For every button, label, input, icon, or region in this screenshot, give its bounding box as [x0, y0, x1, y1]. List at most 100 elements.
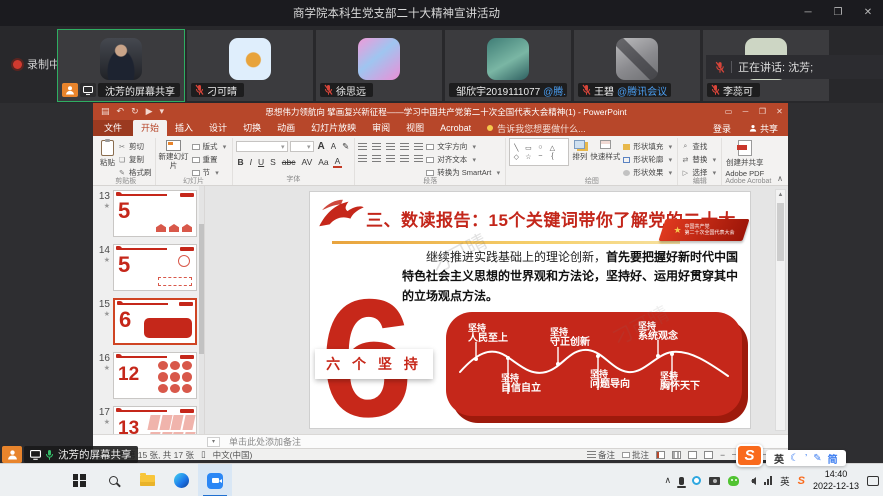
- arrange-button[interactable]: 排列: [572, 138, 587, 162]
- start-button[interactable]: [62, 464, 96, 496]
- thumbnail-item-17[interactable]: 17★ 13: [95, 404, 204, 434]
- notes-chevron-icon[interactable]: ▾: [207, 437, 220, 447]
- shape-fill-button[interactable]: 形状填充▾: [623, 141, 674, 152]
- accessibility-icon[interactable]: ▯: [201, 449, 206, 460]
- cut-button[interactable]: ✂剪切: [118, 141, 152, 152]
- minimize-icon[interactable]: ─: [793, 0, 823, 26]
- moon-icon[interactable]: ☾: [790, 453, 799, 464]
- align-right-icon[interactable]: [386, 155, 395, 162]
- align-center-icon[interactable]: [372, 155, 381, 162]
- slide-editor[interactable]: 三、数读报告：15个关键词带你了解党的二十大 ★ 中国共产党 第二十次全国代表大…: [310, 192, 750, 428]
- tab-view[interactable]: 视图: [398, 120, 432, 136]
- view-reading-icon[interactable]: [688, 451, 697, 459]
- shrink-font-button[interactable]: A: [329, 142, 338, 151]
- tab-animations[interactable]: 动画: [269, 120, 303, 136]
- pen-icon[interactable]: ✎: [813, 453, 821, 464]
- bold-button[interactable]: B: [236, 157, 246, 167]
- slideshow-icon[interactable]: ▶: [146, 106, 153, 117]
- view-normal-icon[interactable]: [656, 451, 665, 459]
- text-direction-button[interactable]: 文字方向▾: [426, 141, 502, 152]
- maximize-icon[interactable]: ❐: [823, 0, 853, 26]
- tray-mic-icon[interactable]: [679, 477, 684, 485]
- create-pdf-button[interactable]: 创建并共享 Adobe PDF: [725, 138, 764, 178]
- bullets-icon[interactable]: [358, 143, 367, 150]
- thumbnail-item-16[interactable]: 16★ 12: [95, 350, 204, 404]
- ppt-restore-icon[interactable]: ❐: [754, 103, 771, 120]
- action-center-icon[interactable]: [867, 476, 879, 486]
- tab-insert[interactable]: 插入: [167, 120, 201, 136]
- slide-thumbnail[interactable]: 5: [113, 244, 197, 291]
- indent-more-icon[interactable]: [400, 143, 409, 150]
- comments-toggle-button[interactable]: 批注: [622, 449, 649, 461]
- sogou-en-mode[interactable]: 英: [774, 451, 784, 466]
- tab-home[interactable]: 开始: [133, 120, 167, 136]
- copy-button[interactable]: ❏复制: [118, 154, 152, 165]
- shape-outline-button[interactable]: 形状轮廓▾: [623, 154, 674, 165]
- font-color-button[interactable]: A: [333, 156, 343, 168]
- tab-slideshow[interactable]: 幻灯片放映: [303, 120, 364, 136]
- meeting-app-button[interactable]: [198, 464, 232, 496]
- new-slide-button[interactable]: 新建幻灯片: [159, 138, 189, 170]
- quick-styles-button[interactable]: 快速样式: [590, 138, 620, 162]
- tray-qq-icon[interactable]: [692, 476, 701, 485]
- tray-sogou-icon[interactable]: S: [798, 475, 805, 487]
- thumbnail-scrollbar[interactable]: [199, 186, 204, 434]
- file-explorer-button[interactable]: [130, 464, 164, 496]
- thumbnail-item-15-selected[interactable]: 15★ 6: [95, 296, 204, 350]
- tab-review[interactable]: 审阅: [364, 120, 398, 136]
- qat-dropdown-icon[interactable]: ▾: [160, 106, 165, 117]
- thumbnail-item-13[interactable]: 13★ 5: [95, 188, 204, 242]
- justify-icon[interactable]: [400, 155, 409, 162]
- language-indicator[interactable]: 中文(中国): [213, 449, 253, 461]
- zoom-out-icon[interactable]: −: [720, 450, 725, 460]
- tray-speaker-icon[interactable]: [747, 477, 756, 485]
- tell-me-box[interactable]: 告诉我您想要做什么...: [487, 122, 586, 135]
- italic-button[interactable]: I: [248, 157, 254, 167]
- notes-pane[interactable]: ▾ 单击此处添加备注: [93, 434, 788, 448]
- slide-thumbnail[interactable]: 5: [113, 190, 197, 237]
- shapes-gallery[interactable]: ╲▭○△ ◇☆~{: [509, 138, 569, 166]
- columns-icon[interactable]: [414, 155, 423, 162]
- ppt-minimize-icon[interactable]: ─: [737, 103, 754, 120]
- share-button[interactable]: 共享: [739, 122, 788, 135]
- grow-font-button[interactable]: A: [316, 141, 327, 152]
- tab-file[interactable]: 文件: [93, 120, 133, 136]
- taskbar-clock[interactable]: 14:40 2022-12-13: [813, 469, 859, 492]
- slide-thumbnail[interactable]: 12: [113, 352, 197, 399]
- numbering-icon[interactable]: [372, 143, 381, 150]
- layout-button[interactable]: 版式▾: [192, 141, 229, 152]
- participant-tile[interactable]: 王碧@腾讯会议: [574, 30, 700, 101]
- tab-acrobat[interactable]: Acrobat: [432, 120, 479, 136]
- tray-ime-indicator[interactable]: 英: [780, 474, 790, 488]
- reset-button[interactable]: 重置: [192, 154, 229, 165]
- font-name-box[interactable]: ▾: [236, 141, 288, 152]
- align-text-button[interactable]: 对齐文本▾: [426, 154, 502, 165]
- char-spacing-button[interactable]: AV: [300, 157, 315, 167]
- paste-button[interactable]: 粘贴: [100, 138, 115, 168]
- sign-in-button[interactable]: 登录: [705, 122, 739, 135]
- participant-tile[interactable]: 徐思远: [316, 30, 442, 101]
- edge-button[interactable]: [164, 464, 198, 496]
- sogou-simplified[interactable]: 简: [828, 451, 838, 466]
- slide-thumbnail[interactable]: 6: [113, 298, 197, 345]
- shadow-button[interactable]: S: [268, 157, 278, 167]
- notes-toggle-button[interactable]: 备注: [587, 449, 615, 461]
- collapse-ribbon-icon[interactable]: ∧: [777, 174, 783, 183]
- ppt-close-icon[interactable]: ✕: [771, 103, 788, 120]
- participant-tile[interactable]: 刁可晴: [187, 30, 313, 101]
- font-size-box[interactable]: ▾: [290, 141, 314, 152]
- tray-wechat-icon[interactable]: [728, 476, 739, 486]
- redo-icon[interactable]: ↻: [131, 106, 139, 117]
- replace-button[interactable]: ⇄替换▾: [681, 154, 718, 165]
- underline-button[interactable]: U: [256, 157, 266, 167]
- change-case-button[interactable]: Aa: [316, 157, 330, 167]
- save-icon[interactable]: ▤: [101, 106, 110, 117]
- slide-thumbnail[interactable]: 13: [113, 406, 197, 434]
- close-icon[interactable]: ✕: [853, 0, 883, 26]
- strikethrough-button[interactable]: abc: [280, 157, 298, 167]
- participant-tile-shenfang[interactable]: 沈芳的屏幕共享: [58, 30, 184, 101]
- tray-network-icon[interactable]: [764, 476, 772, 485]
- align-left-icon[interactable]: [358, 155, 367, 162]
- undo-icon[interactable]: ↶: [117, 106, 125, 117]
- tray-camera-icon[interactable]: [709, 477, 720, 485]
